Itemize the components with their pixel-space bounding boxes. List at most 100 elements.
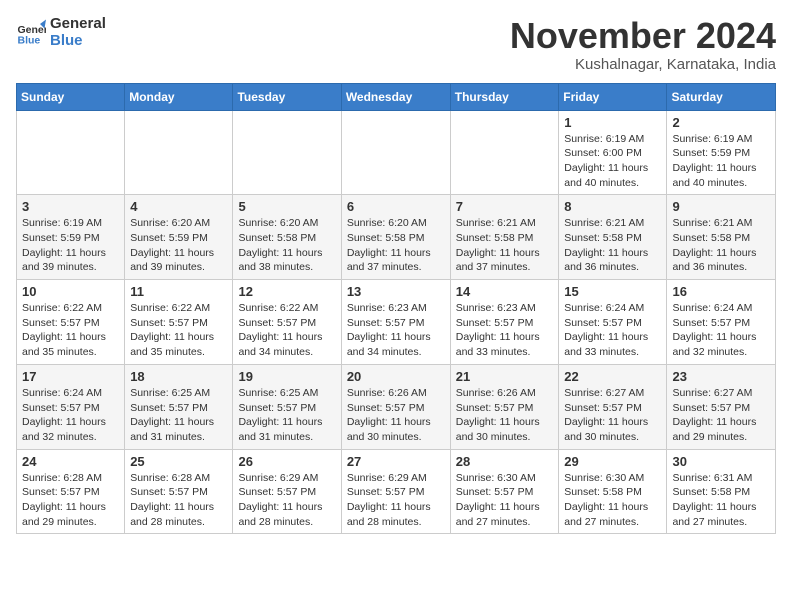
weekday-header-wednesday: Wednesday: [341, 83, 450, 110]
calendar-cell: [233, 110, 341, 195]
day-info: Sunrise: 6:23 AM Sunset: 5:57 PM Dayligh…: [347, 301, 445, 360]
day-number: 14: [456, 284, 554, 299]
day-number: 12: [238, 284, 335, 299]
calendar-cell: 27Sunrise: 6:29 AM Sunset: 5:57 PM Dayli…: [341, 449, 450, 534]
calendar-cell: 30 Sunrise: 6:31 AM Sunset: 5:58 PM Dayli…: [667, 449, 776, 534]
logo-general: General: [50, 16, 106, 33]
logo-icon: General Blue: [16, 18, 46, 48]
day-info: Sunrise: 6:19 AM Sunset: 5:59 PM Dayligh…: [672, 132, 770, 191]
location-subtitle: Kushalnagar, Karnataka, India: [510, 56, 776, 73]
day-number: 29: [564, 454, 661, 469]
calendar-cell: 21 Sunrise: 6:26 AM Sunset: 5:57 PM Dayli…: [450, 364, 559, 449]
day-number: 7: [456, 199, 554, 214]
day-info: Sunrise: 6:25 AM Sunset: 5:57 PM Dayligh…: [130, 386, 227, 445]
day-number: 16: [672, 284, 770, 299]
day-number: 23: [672, 369, 770, 384]
calendar-week-2: 3Sunrise: 6:19 AM Sunset: 5:59 PM Daylig…: [17, 195, 776, 280]
day-info: Sunrise: 6:28 AM Sunset: 5:57 PM Dayligh…: [130, 471, 227, 530]
day-info: Sunrise: 6:25 AM Sunset: 5:57 PM Dayligh…: [238, 386, 335, 445]
calendar-cell: 24 Sunrise: 6:28 AM Sunset: 5:57 PM Dayli…: [17, 449, 125, 534]
day-info: Sunrise: 6:24 AM Sunset: 5:57 PM Dayligh…: [22, 386, 119, 445]
day-number: 20: [347, 369, 445, 384]
calendar-cell: 18 Sunrise: 6:25 AM Sunset: 5:57 PM Dayli…: [125, 364, 233, 449]
day-number: 11: [130, 284, 227, 299]
month-title: November 2024: [510, 16, 776, 56]
calendar-cell: 14 Sunrise: 6:23 AM Sunset: 5:57 PM Dayli…: [450, 280, 559, 365]
day-info: Sunrise: 6:19 AM Sunset: 5:59 PM Dayligh…: [22, 216, 119, 275]
weekday-header-thursday: Thursday: [450, 83, 559, 110]
logo: General Blue General Blue: [16, 16, 106, 49]
calendar-cell: 23 Sunrise: 6:27 AM Sunset: 5:57 PM Dayli…: [667, 364, 776, 449]
day-number: 6: [347, 199, 445, 214]
weekday-header-friday: Friday: [559, 83, 667, 110]
calendar-table: SundayMondayTuesdayWednesdayThursdayFrid…: [16, 83, 776, 535]
calendar-cell: 6Sunrise: 6:20 AM Sunset: 5:58 PM Daylig…: [341, 195, 450, 280]
day-info: Sunrise: 6:19 AM Sunset: 6:00 PM Dayligh…: [564, 132, 661, 191]
day-number: 2: [672, 115, 770, 130]
day-info: Sunrise: 6:22 AM Sunset: 5:57 PM Dayligh…: [238, 301, 335, 360]
calendar-cell: [450, 110, 559, 195]
day-number: 21: [456, 369, 554, 384]
logo-blue: Blue: [50, 33, 106, 50]
calendar-week-3: 10 Sunrise: 6:22 AM Sunset: 5:57 PM Dayli…: [17, 280, 776, 365]
calendar-week-4: 17 Sunrise: 6:24 AM Sunset: 5:57 PM Dayli…: [17, 364, 776, 449]
weekday-header-tuesday: Tuesday: [233, 83, 341, 110]
day-info: Sunrise: 6:29 AM Sunset: 5:57 PM Dayligh…: [238, 471, 335, 530]
day-info: Sunrise: 6:22 AM Sunset: 5:57 PM Dayligh…: [130, 301, 227, 360]
day-number: 17: [22, 369, 119, 384]
day-number: 10: [22, 284, 119, 299]
day-info: Sunrise: 6:26 AM Sunset: 5:57 PM Dayligh…: [347, 386, 445, 445]
day-info: Sunrise: 6:21 AM Sunset: 5:58 PM Dayligh…: [456, 216, 554, 275]
day-info: Sunrise: 6:21 AM Sunset: 5:58 PM Dayligh…: [672, 216, 770, 275]
calendar-cell: 2 Sunrise: 6:19 AM Sunset: 5:59 PM Daylig…: [667, 110, 776, 195]
day-number: 22: [564, 369, 661, 384]
day-number: 18: [130, 369, 227, 384]
day-info: Sunrise: 6:22 AM Sunset: 5:57 PM Dayligh…: [22, 301, 119, 360]
day-number: 9: [672, 199, 770, 214]
title-block: November 2024 Kushalnagar, Karnataka, In…: [510, 16, 776, 73]
day-info: Sunrise: 6:24 AM Sunset: 5:57 PM Dayligh…: [564, 301, 661, 360]
day-info: Sunrise: 6:28 AM Sunset: 5:57 PM Dayligh…: [22, 471, 119, 530]
day-info: Sunrise: 6:27 AM Sunset: 5:57 PM Dayligh…: [564, 386, 661, 445]
day-number: 15: [564, 284, 661, 299]
day-info: Sunrise: 6:31 AM Sunset: 5:58 PM Dayligh…: [672, 471, 770, 530]
day-number: 8: [564, 199, 661, 214]
day-number: 27: [347, 454, 445, 469]
day-number: 25: [130, 454, 227, 469]
calendar-cell: 26Sunrise: 6:29 AM Sunset: 5:57 PM Dayli…: [233, 449, 341, 534]
weekday-header-row: SundayMondayTuesdayWednesdayThursdayFrid…: [17, 83, 776, 110]
day-number: 13: [347, 284, 445, 299]
day-info: Sunrise: 6:23 AM Sunset: 5:57 PM Dayligh…: [456, 301, 554, 360]
calendar-cell: 3Sunrise: 6:19 AM Sunset: 5:59 PM Daylig…: [17, 195, 125, 280]
calendar-cell: [341, 110, 450, 195]
svg-text:Blue: Blue: [18, 34, 41, 46]
day-number: 28: [456, 454, 554, 469]
calendar-cell: 22 Sunrise: 6:27 AM Sunset: 5:57 PM Dayli…: [559, 364, 667, 449]
calendar-cell: 17 Sunrise: 6:24 AM Sunset: 5:57 PM Dayli…: [17, 364, 125, 449]
calendar-cell: 8Sunrise: 6:21 AM Sunset: 5:58 PM Daylig…: [559, 195, 667, 280]
calendar-cell: [125, 110, 233, 195]
day-number: 1: [564, 115, 661, 130]
calendar-cell: 5Sunrise: 6:20 AM Sunset: 5:58 PM Daylig…: [233, 195, 341, 280]
day-info: Sunrise: 6:27 AM Sunset: 5:57 PM Dayligh…: [672, 386, 770, 445]
calendar-cell: 12 Sunrise: 6:22 AM Sunset: 5:57 PM Dayli…: [233, 280, 341, 365]
calendar-cell: 19 Sunrise: 6:25 AM Sunset: 5:57 PM Dayli…: [233, 364, 341, 449]
weekday-header-sunday: Sunday: [17, 83, 125, 110]
calendar-cell: 11 Sunrise: 6:22 AM Sunset: 5:57 PM Dayli…: [125, 280, 233, 365]
calendar-cell: [17, 110, 125, 195]
day-number: 4: [130, 199, 227, 214]
calendar-cell: 25 Sunrise: 6:28 AM Sunset: 5:57 PM Dayli…: [125, 449, 233, 534]
day-info: Sunrise: 6:26 AM Sunset: 5:57 PM Dayligh…: [456, 386, 554, 445]
day-info: Sunrise: 6:30 AM Sunset: 5:57 PM Dayligh…: [456, 471, 554, 530]
page-header: General Blue General Blue November 2024 …: [16, 16, 776, 73]
calendar-cell: 13 Sunrise: 6:23 AM Sunset: 5:57 PM Dayli…: [341, 280, 450, 365]
calendar-cell: 7 Sunrise: 6:21 AM Sunset: 5:58 PM Daylig…: [450, 195, 559, 280]
day-info: Sunrise: 6:30 AM Sunset: 5:58 PM Dayligh…: [564, 471, 661, 530]
weekday-header-saturday: Saturday: [667, 83, 776, 110]
calendar-cell: 29 Sunrise: 6:30 AM Sunset: 5:58 PM Dayli…: [559, 449, 667, 534]
day-number: 19: [238, 369, 335, 384]
day-info: Sunrise: 6:20 AM Sunset: 5:59 PM Dayligh…: [130, 216, 227, 275]
day-number: 24: [22, 454, 119, 469]
calendar-cell: 1 Sunrise: 6:19 AM Sunset: 6:00 PM Daylig…: [559, 110, 667, 195]
day-number: 30: [672, 454, 770, 469]
